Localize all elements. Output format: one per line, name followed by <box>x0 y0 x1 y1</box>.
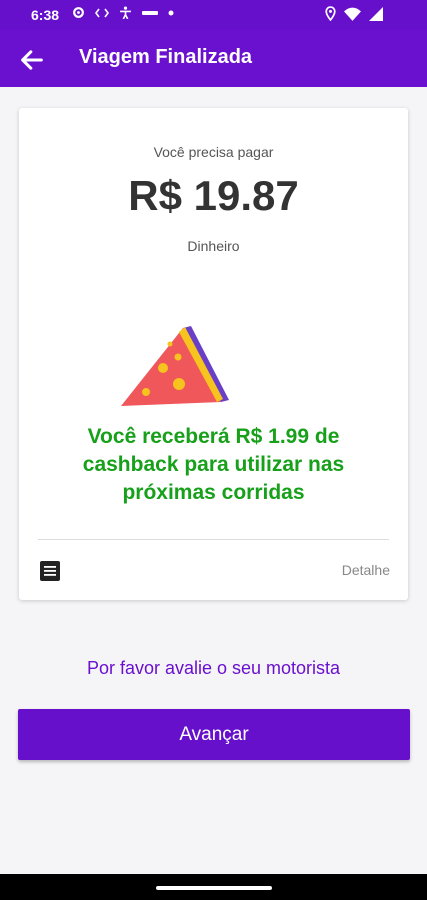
arrow-left-icon[interactable] <box>18 46 46 74</box>
payment-amount: R$ 19.87 <box>128 172 299 219</box>
payment-method: Dinheiro <box>187 238 240 254</box>
payment-card: Você precisa pagar R$ 19.87 Dinheiro Voc… <box>19 108 408 600</box>
payment-label: Você precisa pagar <box>153 144 274 160</box>
rate-driver-link[interactable]: Por favor avalie o seu motorista <box>0 658 427 679</box>
pizza-slice-illustration <box>121 326 229 406</box>
navigation-bar <box>0 874 427 900</box>
status-system-icons <box>325 6 383 21</box>
detail-link[interactable]: Detalhe <box>342 562 390 578</box>
cashback-message: Você receberá R$ 1.99 de cashback para u… <box>82 425 345 504</box>
status-notification-icons <box>72 6 174 19</box>
status-time: 6:38 <box>31 7 60 23</box>
signal-icon <box>369 6 383 21</box>
dot-icon <box>168 10 174 15</box>
page-title: Viagem Finalizada <box>79 46 253 68</box>
home-gesture-pill[interactable] <box>156 886 272 890</box>
divider <box>38 539 389 540</box>
app-bar: Viagem Finalizada <box>0 30 427 87</box>
status-bar: 6:38 <box>0 0 427 30</box>
carrier-icon <box>142 10 158 15</box>
receipt-icon[interactable] <box>39 560 61 582</box>
accessibility-icon <box>120 6 131 19</box>
next-button[interactable]: Avançar <box>18 709 410 760</box>
location-icon <box>325 6 336 21</box>
settings-icon <box>73 7 84 18</box>
code-icon <box>95 8 109 17</box>
wifi-icon <box>344 7 361 21</box>
